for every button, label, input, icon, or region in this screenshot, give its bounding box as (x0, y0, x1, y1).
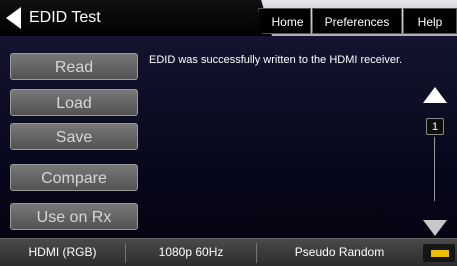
back-arrow-icon[interactable] (6, 7, 21, 29)
read-button[interactable]: Read (10, 53, 138, 80)
preferences-button[interactable]: Preferences (312, 8, 402, 34)
status-bar: HDMI (RGB) 1080p 60Hz Pseudo Random (0, 238, 457, 266)
scroll-track[interactable] (434, 137, 435, 201)
load-button[interactable]: Load (10, 89, 138, 116)
format-status: 1080p 60Hz (158, 245, 224, 259)
battery-indicator (423, 244, 455, 262)
status-message: EDID was successfully written to the HDM… (149, 54, 403, 66)
compare-button[interactable]: Compare (10, 164, 138, 191)
scroll-up-arrow-icon[interactable] (423, 87, 447, 103)
pattern-status: Pseudo Random (294, 245, 385, 259)
save-button[interactable]: Save (10, 123, 138, 150)
page-title: EDID Test (29, 9, 101, 26)
title-area: EDID Test (0, 0, 272, 36)
signal-status: HDMI (RGB) (28, 245, 97, 259)
scroll-down-arrow-icon[interactable] (423, 220, 447, 236)
page-number: 1 (426, 118, 444, 135)
use-on-rx-button[interactable]: Use on Rx (10, 203, 138, 230)
help-button[interactable]: Help (403, 8, 457, 34)
home-button[interactable]: Home (258, 8, 311, 34)
battery-icon (431, 250, 449, 257)
main-panel: Read Load Save Compare Use on Rx EDID wa… (0, 36, 457, 238)
top-bar: EDID Test Home Preferences Help (0, 0, 457, 36)
